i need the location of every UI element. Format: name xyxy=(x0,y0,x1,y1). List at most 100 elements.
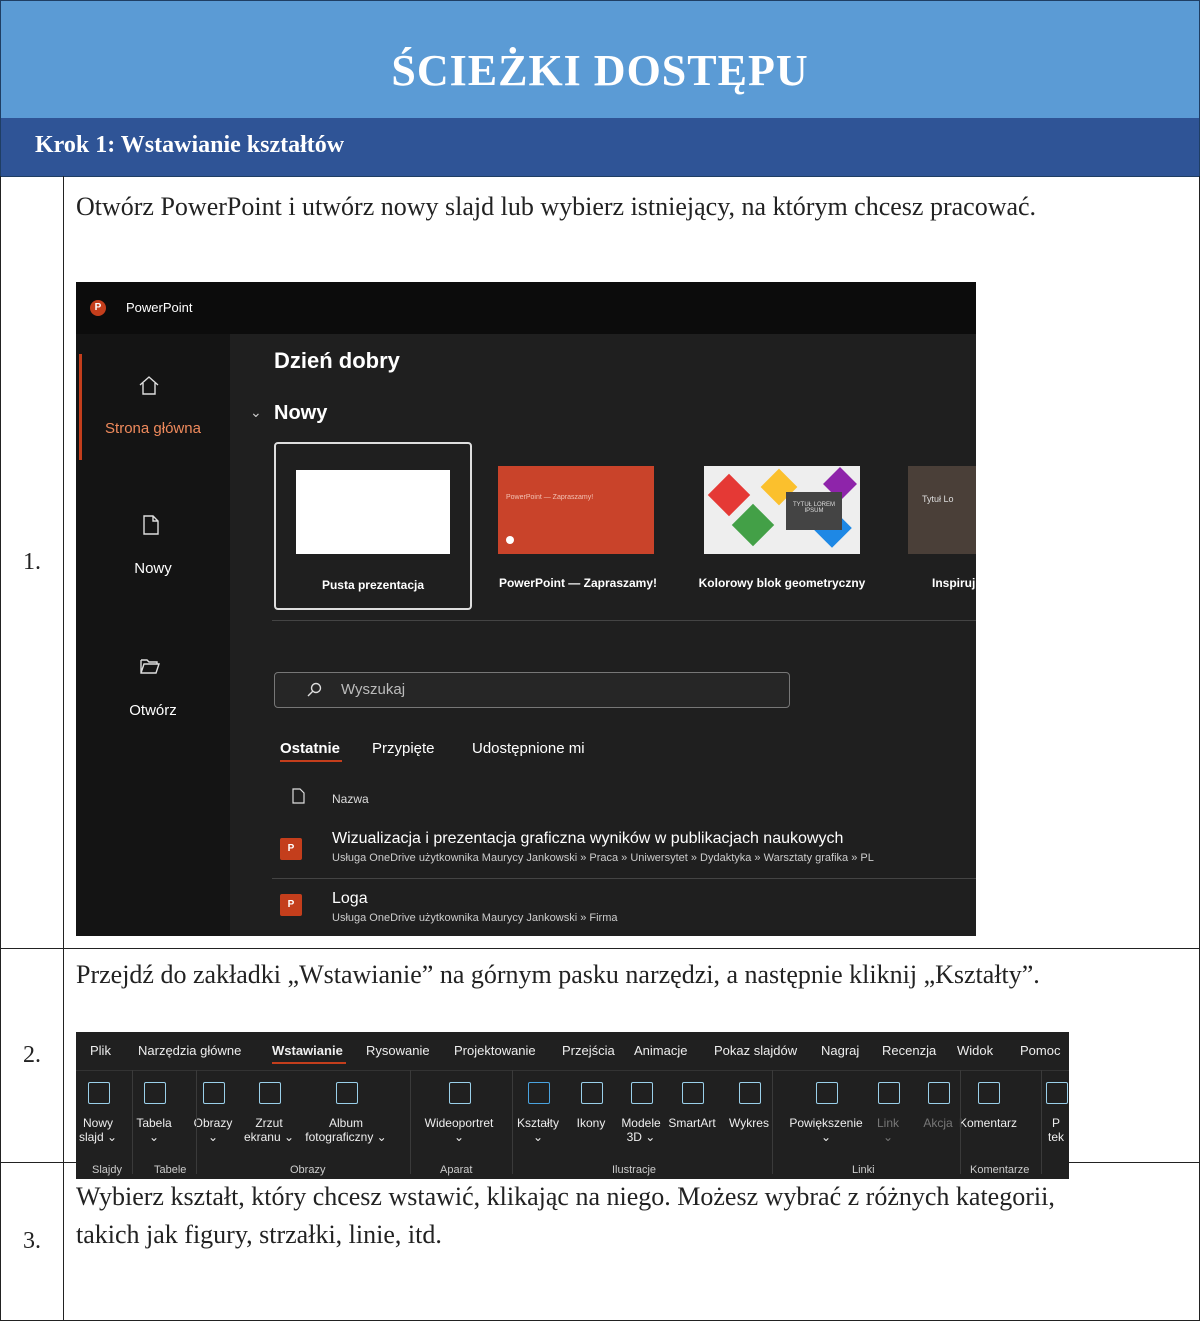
textbox-icon xyxy=(1046,1082,1068,1104)
album-icon xyxy=(336,1082,358,1104)
nav-home-label: Strona główna xyxy=(105,420,201,437)
greeting: Dzień dobry xyxy=(274,348,400,373)
recent-file-row[interactable]: P Wizualizacja i prezentacja graficzna w… xyxy=(272,820,976,876)
step-row-1: 1. Otwórz PowerPoint i utwórz nowy slajd… xyxy=(0,176,1200,949)
file-name: Wizualizacja i prezentacja graficzna wyn… xyxy=(332,830,844,847)
file-path: Usługa OneDrive użytkownika Maurycy Jank… xyxy=(332,912,618,924)
step-header: Krok 1: Wstawianie kształtów xyxy=(0,118,1200,177)
template-label: Inspiruj xyxy=(932,576,976,590)
row-number: 1. xyxy=(1,176,64,948)
tab-underline xyxy=(280,760,342,762)
template-label: Kolorowy blok geometryczny xyxy=(698,576,866,590)
step-row-3: 3. Wybierz kształt, który chcesz wstawić… xyxy=(0,1162,1200,1321)
tab-shared[interactable]: Udostępnione mi xyxy=(472,740,585,757)
column-name-header: Nazwa xyxy=(332,792,369,806)
button-sublabel: tek xyxy=(1047,1130,1064,1144)
geometric-thumbnail: TYTUŁ LOREM IPSUM xyxy=(704,466,860,554)
powerpoint-file-icon: P xyxy=(280,838,302,860)
ribbon-tab[interactable]: Plik xyxy=(90,1043,111,1058)
template-welcome[interactable]: PowerPoint — Zapraszamy! PowerPoint — Za… xyxy=(490,442,666,606)
search-input[interactable]: Wyszukaj xyxy=(274,672,790,708)
button-label: Album xyxy=(328,1116,363,1130)
chevron-down-icon[interactable]: ⌄ xyxy=(250,404,262,421)
group-separator xyxy=(512,1070,513,1174)
nav-new-label: Nowy xyxy=(134,560,172,577)
button-label: P xyxy=(1051,1116,1060,1130)
action-icon xyxy=(928,1082,950,1104)
ribbon-tab[interactable]: Pokaz slajdów xyxy=(714,1043,797,1058)
title-bar xyxy=(76,282,976,334)
ribbon-tab[interactable]: Nagraj xyxy=(821,1043,859,1058)
ribbon-tab[interactable]: Narzędzia główne xyxy=(138,1043,241,1058)
folder-icon xyxy=(140,659,160,674)
nav-open-label: Otwórz xyxy=(129,702,177,719)
welcome-thumbnail: PowerPoint — Zapraszamy! xyxy=(498,466,654,554)
row-number: 3. xyxy=(1,1162,64,1320)
nav-open[interactable]: Otwórz xyxy=(76,640,230,740)
ribbon-tab[interactable]: Rysowanie xyxy=(366,1043,430,1058)
file-name: Loga xyxy=(332,890,368,907)
row-text: Przejdź do zakładki „Wstawianie” na górn… xyxy=(76,960,1040,989)
blank-thumbnail xyxy=(296,470,450,554)
template-geometric[interactable]: TYTUŁ LOREM IPSUM Kolorowy blok geometry… xyxy=(688,442,876,606)
ribbon-tab[interactable]: Projektowanie xyxy=(454,1043,536,1058)
new-document-icon xyxy=(143,515,159,535)
chart-button[interactable]: Wykres xyxy=(719,1072,779,1162)
search-placeholder: Wyszukaj xyxy=(341,681,406,698)
ribbon-tab[interactable]: Widok xyxy=(957,1043,993,1058)
divider xyxy=(272,620,976,621)
cameo-icon xyxy=(449,1082,471,1104)
row-text: Otwórz PowerPoint i utwórz nowy slajd lu… xyxy=(76,192,1037,221)
step-title: Krok 1: Wstawianie kształtów xyxy=(35,132,345,158)
template-label: PowerPoint — Zapraszamy! xyxy=(498,576,658,590)
tab-pinned[interactable]: Przypięte xyxy=(372,740,435,757)
powerpoint-start-screenshot: P PowerPoint Strona główna Nowy Otwórz D… xyxy=(76,282,976,936)
step-row-2: 2. Przejdź do zakładki „Wstawianie” na g… xyxy=(0,948,1200,1179)
pictures-icon xyxy=(203,1082,225,1104)
group-separator xyxy=(772,1070,773,1174)
group-separator xyxy=(960,1070,961,1174)
ribbon-tab[interactable]: Recenzja xyxy=(882,1043,936,1058)
icons-icon xyxy=(581,1082,603,1104)
ribbon-screenshot: Plik Narzędzia główne Wstawianie Rysowanie P… xyxy=(76,1032,1069,1179)
divider xyxy=(272,878,976,879)
template-blank[interactable]: Pusta prezentacja xyxy=(274,442,472,610)
shapes-icon xyxy=(528,1082,550,1104)
comment-icon xyxy=(978,1082,1000,1104)
group-separator xyxy=(410,1070,411,1174)
ribbon-tab[interactable]: Pomoc xyxy=(1020,1043,1060,1058)
powerpoint-logo-icon: P xyxy=(90,300,106,316)
powerpoint-file-icon: P xyxy=(280,894,302,916)
template-label: Pusta prezentacja xyxy=(321,578,425,592)
file-icon xyxy=(292,788,305,804)
nav-home[interactable]: Strona główna xyxy=(76,352,230,452)
album-button[interactable]: Album fotograficzny ⌄ xyxy=(305,1072,387,1162)
ribbon-tab[interactable]: Przejścia xyxy=(562,1043,615,1058)
button-sublabel: fotograficzny ⌄ xyxy=(305,1130,387,1144)
cameo-button[interactable]: Wideoportret ⌄ xyxy=(425,1072,493,1162)
new-section-title: Nowy xyxy=(274,402,328,424)
ribbon-tab[interactable]: Wstawianie xyxy=(272,1043,343,1058)
group-separator xyxy=(132,1070,133,1174)
home-icon xyxy=(139,376,159,395)
recent-file-row[interactable]: P Loga Usługa OneDrive użytkownika Maury… xyxy=(272,880,976,936)
screenshot-icon xyxy=(259,1082,281,1104)
document: ŚCIEŻKI DOSTĘPU Krok 1: Wstawianie kszta… xyxy=(0,0,1200,1321)
group-separator xyxy=(196,1070,197,1174)
row-number: 2. xyxy=(1,948,64,1162)
table-icon xyxy=(144,1082,166,1104)
tab-recent[interactable]: Ostatnie xyxy=(280,740,340,757)
ribbon-tab[interactable]: Animacje xyxy=(634,1043,687,1058)
inspire-thumbnail: Tytuł Lo xyxy=(908,466,976,554)
app-name: PowerPoint xyxy=(126,300,193,315)
row-text: Wybierz kształt, który chcesz wstawić, k… xyxy=(76,1182,1055,1249)
document-title: ŚCIEŻKI DOSTĘPU xyxy=(391,45,809,95)
template-inspire[interactable]: Tytuł Lo Inspiruj xyxy=(902,442,976,606)
chart-icon xyxy=(739,1082,761,1104)
active-tab-underline xyxy=(272,1062,346,1064)
screenshot-button[interactable]: Zrzut ekranu ⌄ xyxy=(239,1072,299,1162)
textbox-button[interactable]: Ptek xyxy=(1026,1072,1069,1162)
3d-models-icon xyxy=(631,1082,653,1104)
search-icon xyxy=(307,682,322,697)
nav-new[interactable]: Nowy xyxy=(76,496,230,596)
